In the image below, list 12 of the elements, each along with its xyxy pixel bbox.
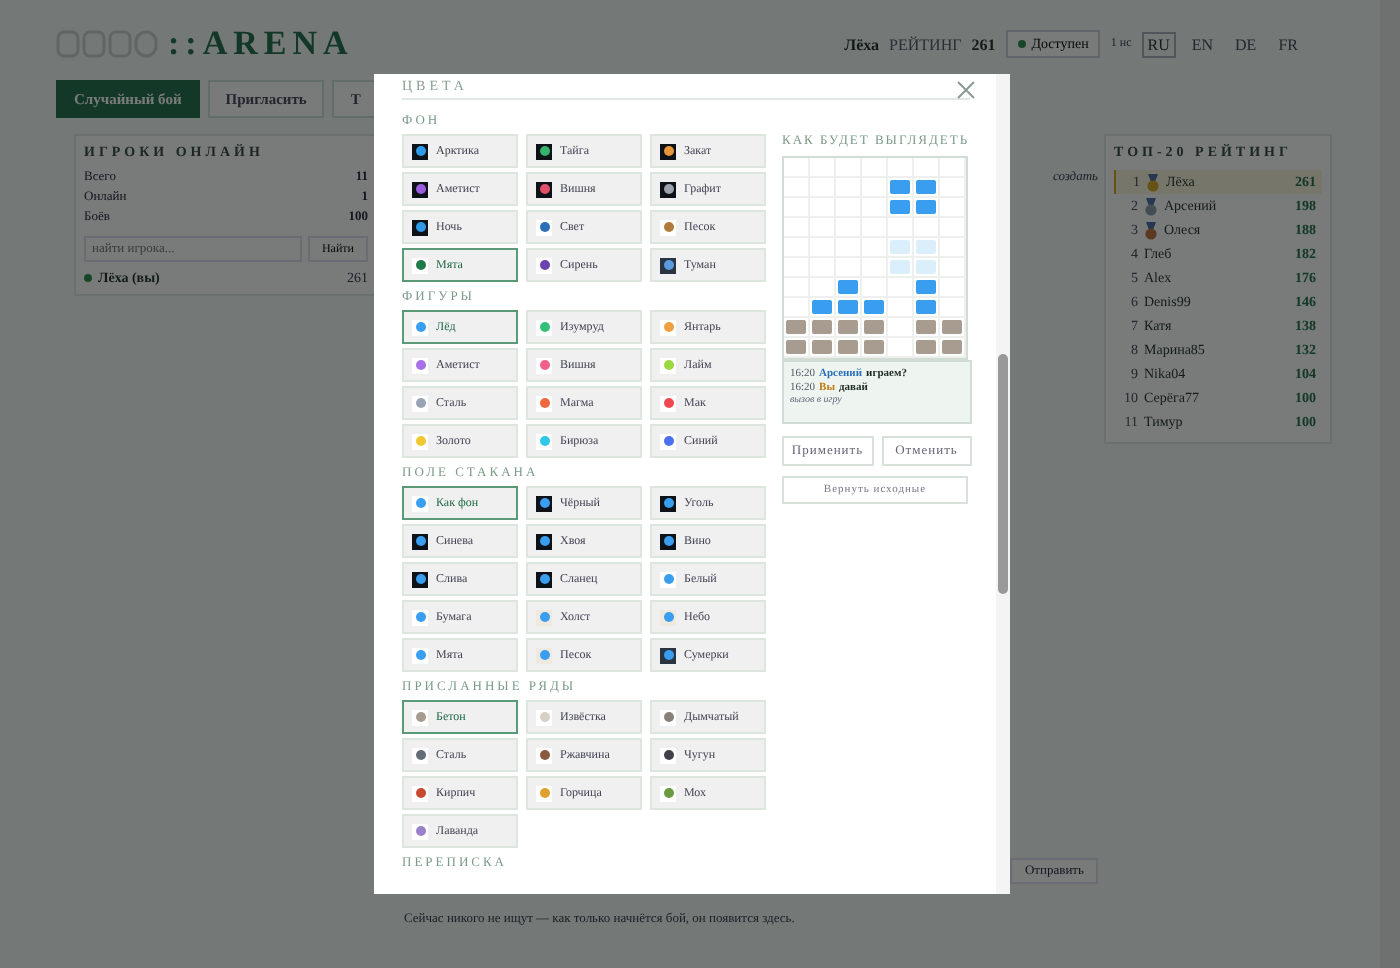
online-dot [84, 274, 92, 282]
rating-value: 261 [971, 35, 996, 53]
user-name: Лёха [844, 35, 880, 53]
logo-text: ::ARENA [168, 24, 354, 64]
language-button[interactable]: RU [1141, 31, 1176, 57]
status-dot [1017, 40, 1026, 48]
medal-icon [1146, 173, 1160, 191]
medal-icon [1144, 221, 1158, 239]
close-button[interactable] [954, 78, 978, 102]
rating-label: РЕЙТИНГ [889, 35, 962, 53]
scrollbar-thumb[interactable] [998, 354, 1008, 594]
medal-icon [1144, 197, 1158, 215]
